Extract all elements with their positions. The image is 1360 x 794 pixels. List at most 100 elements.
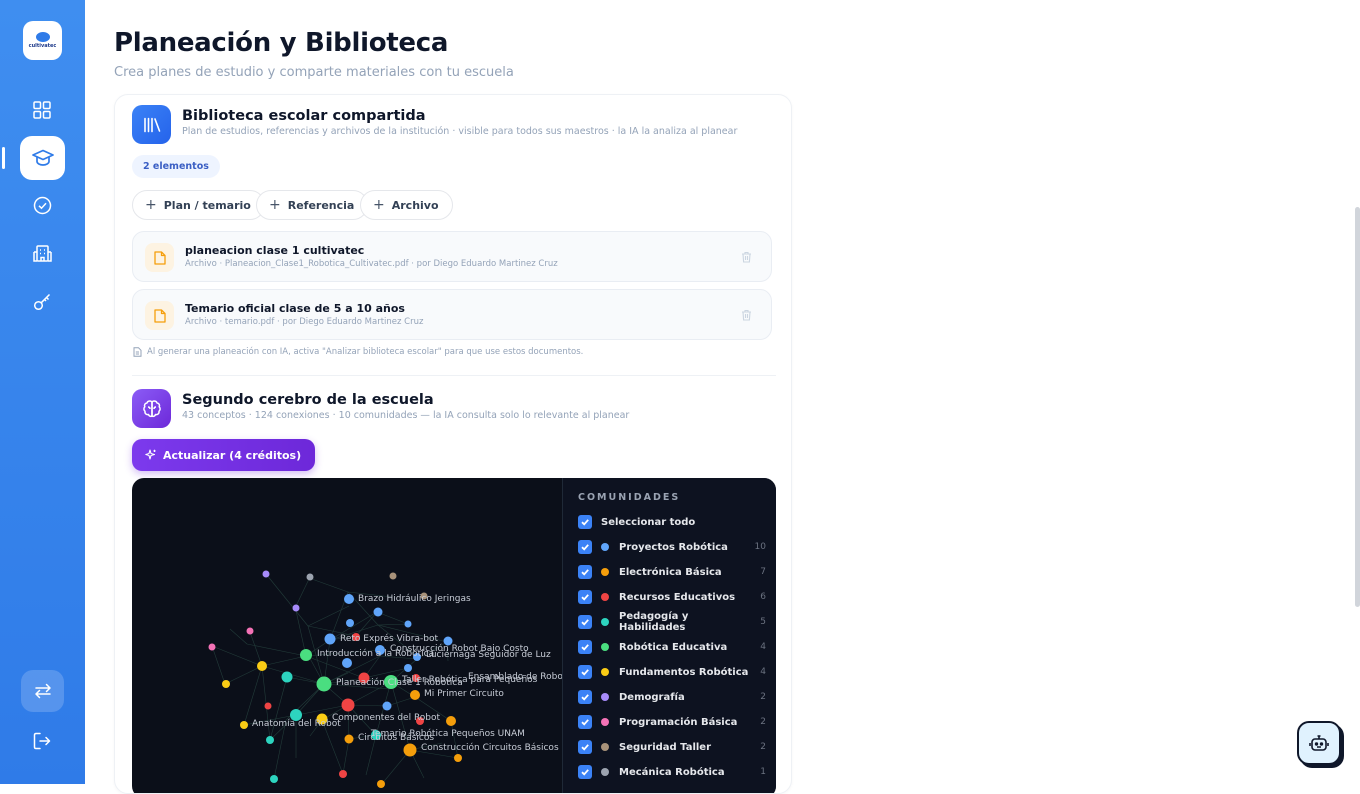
add-file-button[interactable]: + Archivo (360, 190, 453, 220)
checkbox-checked-icon[interactable] (578, 690, 592, 704)
checkbox-checked-icon[interactable] (578, 740, 592, 754)
library-hint: Al generar una planeación con IA, activa… (133, 347, 583, 357)
graph-node-label[interactable]: Reto Exprés Vibra-bot (340, 634, 438, 644)
checkbox-checked-icon[interactable] (578, 565, 592, 579)
trash-icon[interactable] (739, 308, 753, 322)
community-color-dot (601, 743, 609, 751)
library-hint-text: Al generar una planeación con IA, activa… (147, 347, 584, 357)
library-subtitle: Plan de estudios, referencias y archivos… (182, 126, 738, 137)
library-icon (132, 105, 171, 144)
switch-arrows-icon[interactable] (21, 670, 64, 712)
community-name: Electrónica Básica (619, 566, 722, 578)
add-plan-label: Plan / temario (163, 198, 251, 212)
community-count: 10 (754, 542, 766, 552)
trash-icon[interactable] (739, 250, 753, 264)
logout-icon[interactable] (28, 727, 56, 755)
page-subtitle: Crea planes de estudio y comparte materi… (114, 65, 514, 80)
document-icon (133, 347, 142, 357)
community-name: Robótica Educativa (619, 641, 728, 653)
file-meta: Archivo · Planeacion_Clase1_Robotica_Cul… (185, 259, 558, 269)
community-count: 4 (760, 667, 766, 677)
community-item[interactable]: Programación Básica 2 (578, 714, 768, 730)
checkbox-checked-icon[interactable] (578, 590, 592, 604)
assistant-bot-button[interactable] (1297, 721, 1341, 765)
planning-card: Biblioteca escolar compartida Plan de es… (114, 94, 792, 794)
active-nav-marker (2, 147, 5, 169)
school-building-icon[interactable] (28, 239, 56, 267)
community-count: 6 (760, 592, 766, 602)
page-title: Planeación y Biblioteca (114, 28, 449, 58)
checkbox-checked-icon[interactable] (578, 665, 592, 679)
graph-node-label[interactable]: Luciérnaga Seguidor de Luz (426, 650, 551, 660)
file-name: Temario oficial clase de 5 a 10 años (185, 302, 405, 315)
logo-mark (35, 32, 50, 42)
plus-icon: + (269, 197, 281, 213)
sidebar: cultivatec (0, 0, 85, 784)
community-count: 2 (760, 742, 766, 752)
items-count-badge: 2 elementos (132, 155, 220, 178)
graph-node-label[interactable]: Introducción a la Robótica (317, 649, 434, 659)
community-color-dot (601, 768, 609, 776)
graduation-cap-icon[interactable] (20, 136, 65, 180)
robot-icon (1309, 735, 1329, 751)
community-color-dot (601, 618, 609, 626)
community-count: 1 (760, 767, 766, 777)
add-file-label: Archivo (391, 198, 439, 212)
checkbox-checked-icon[interactable] (578, 765, 592, 779)
community-count: 4 (760, 642, 766, 652)
community-name: Mecánica Robótica (619, 766, 725, 778)
checkbox-checked-icon[interactable] (578, 715, 592, 729)
dashboard-icon[interactable] (28, 96, 56, 124)
refresh-brain-button[interactable]: Actualizar (4 créditos) (132, 439, 316, 471)
community-item[interactable]: Electrónica Básica 7 (578, 564, 768, 580)
community-item[interactable]: Recursos Educativos 6 (578, 589, 768, 605)
community-name: Programación Básica (619, 716, 738, 728)
community-name: Demografía (619, 691, 685, 703)
graph-node-label[interactable]: Brazo Hidráulico Jeringas (358, 594, 471, 604)
file-row[interactable]: planeacion clase 1 cultivatec Archivo · … (132, 231, 772, 282)
community-name: Seguridad Taller (619, 741, 712, 753)
community-color-dot (601, 593, 609, 601)
community-color-dot (601, 693, 609, 701)
community-item[interactable]: Seguridad Taller 2 (578, 739, 768, 755)
document-icon (145, 301, 174, 330)
knowledge-graph[interactable]: Brazo Hidráulico Jeringas Reto Exprés Vi… (132, 478, 776, 793)
community-item[interactable]: Pedagogía y Habilidades 5 (578, 611, 768, 633)
checkbox-checked-icon[interactable] (578, 540, 592, 554)
app-logo[interactable]: cultivatec (23, 21, 62, 60)
community-count: 2 (760, 717, 766, 727)
community-color-dot (601, 543, 609, 551)
community-item[interactable]: Demografía 2 (578, 689, 768, 705)
select-all-checkbox[interactable]: Seleccionar todo (578, 514, 768, 530)
graph-node-label[interactable]: Taller Robótica para Pequeños (402, 675, 537, 685)
community-item[interactable]: Proyectos Robótica 10 (578, 539, 768, 555)
section-divider (132, 375, 776, 376)
graph-node-label[interactable]: Circuitos Básicos (358, 733, 434, 743)
checkbox-checked-icon[interactable] (578, 640, 592, 654)
community-count: 7 (760, 567, 766, 577)
file-meta: Archivo · temario.pdf · por Diego Eduard… (185, 317, 424, 327)
community-color-dot (601, 568, 609, 576)
add-reference-button[interactable]: + Referencia (256, 190, 369, 220)
community-color-dot (601, 668, 609, 676)
key-icon[interactable] (28, 287, 56, 315)
check-circle-icon[interactable] (28, 191, 56, 219)
page-scrollbar[interactable] (1355, 207, 1360, 607)
community-color-dot (601, 718, 609, 726)
checkbox-checked-icon[interactable] (578, 515, 592, 529)
add-reference-label: Referencia (287, 198, 355, 212)
add-plan-button[interactable]: + Plan / temario (132, 190, 265, 220)
community-name: Fundamentos Robótica (619, 666, 749, 678)
communities-panel: COMUNIDADES Seleccionar todo Proyectos R… (562, 478, 776, 793)
graph-node-label[interactable]: Construcción Circuitos Básicos (421, 743, 559, 753)
logo-text: cultivatec (28, 43, 57, 49)
sparkles-icon (145, 449, 157, 461)
graph-node-label[interactable]: Mi Primer Circuito (424, 689, 504, 699)
community-item[interactable]: Robótica Educativa 4 (578, 639, 768, 655)
graph-node-label[interactable]: Anatomía del Robot (252, 719, 341, 729)
community-item[interactable]: Mecánica Robótica 1 (578, 764, 768, 780)
community-item[interactable]: Fundamentos Robótica 4 (578, 664, 768, 680)
file-row[interactable]: Temario oficial clase de 5 a 10 años Arc… (132, 289, 772, 340)
graph-node-label[interactable]: Componentes del Robot (332, 713, 440, 723)
checkbox-checked-icon[interactable] (578, 615, 592, 629)
